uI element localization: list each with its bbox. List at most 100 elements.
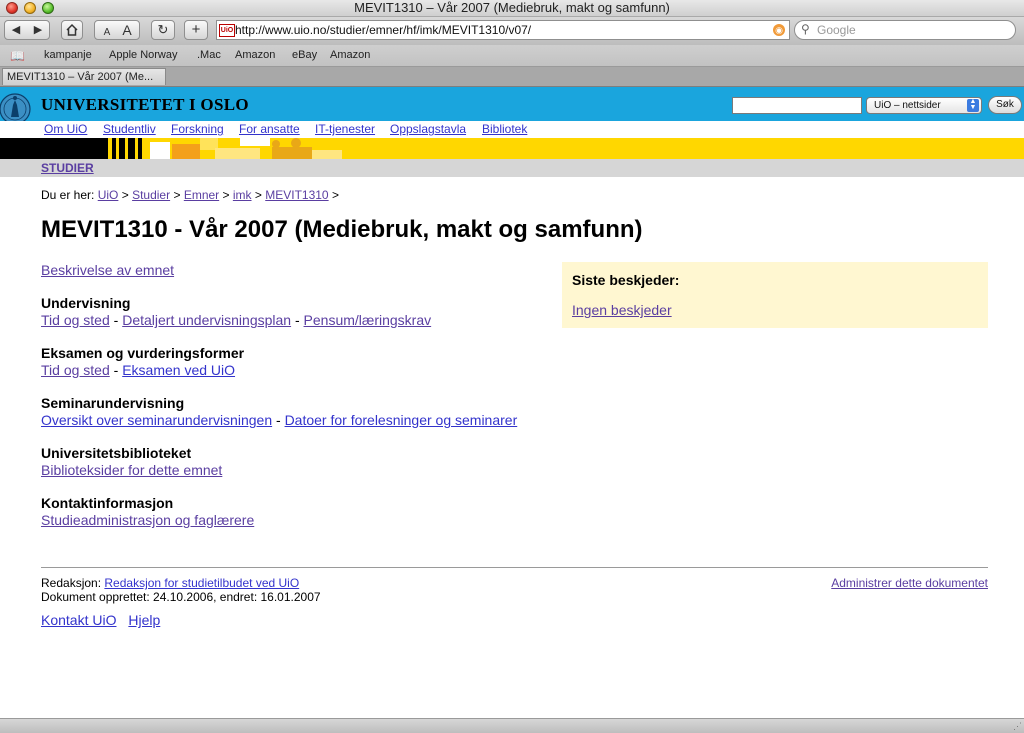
resize-grip-icon[interactable]: ⋰ <box>1013 721 1022 732</box>
link-pensum[interactable]: Pensum/læringskrav <box>304 312 432 328</box>
plus-icon: + <box>191 21 201 38</box>
footer-hjelp[interactable]: Hjelp <box>128 612 160 628</box>
section-eksamen: Eksamen og vurderingsformer Tid og sted … <box>41 345 244 379</box>
latest-messages-box: Siste beskjeder: Ingen beskjeder <box>562 262 988 328</box>
site-name[interactable]: UNIVERSITETET I OSLO <box>41 95 249 115</box>
text-bigger-button[interactable]: A <box>117 21 137 39</box>
rss-icon[interactable]: ◉ <box>773 24 785 36</box>
section-link-studier[interactable]: STUDIER <box>41 161 94 175</box>
breadcrumb-separator: > <box>222 188 230 202</box>
bookmarks-book-icon[interactable]: 📖 <box>10 49 25 63</box>
nav-bibliotek[interactable]: Bibliotek <box>482 122 527 136</box>
reload-button[interactable]: ↻ <box>151 20 175 40</box>
search-placeholder: Google <box>817 23 856 37</box>
footer-links: Kontakt UiO Hjelp <box>41 612 168 628</box>
breadcrumb-mevit1310[interactable]: MEVIT1310 <box>265 188 328 202</box>
window-titlebar: MEVIT1310 – Vår 2007 (Mediebruk, makt og… <box>0 0 1024 17</box>
tab-mevit1310[interactable]: MEVIT1310 – Vår 2007 (Me... <box>2 68 166 85</box>
search-icon: ⚲ <box>801 22 810 36</box>
nav-for-ansatte[interactable]: For ansatte <box>239 122 300 136</box>
link-oversikt-seminar[interactable]: Oversikt over seminarundervisningen <box>41 412 272 428</box>
url-text[interactable]: http://www.uio.no/studier/emner/hf/imk/M… <box>235 21 531 39</box>
nav-om-uio[interactable]: Om UiO <box>44 122 87 136</box>
breadcrumb: Du er her: UiO > Studier > Emner > imk >… <box>41 188 339 202</box>
back-arrow-icon[interactable]: ◀ <box>5 21 27 39</box>
link-separator: - <box>294 312 300 328</box>
admin-document-link[interactable]: Administrer dette dokumentet <box>831 576 988 590</box>
bookmark-kampanje[interactable]: kampanje <box>44 49 92 61</box>
back-forward-buttons: ◀ ▶ <box>4 20 50 40</box>
nav-forskning[interactable]: Forskning <box>171 122 224 136</box>
tab-bar: MEVIT1310 – Vår 2007 (Me... <box>0 67 1024 87</box>
browser-search-field[interactable]: ⚲ Google <box>794 20 1016 40</box>
link-datoer[interactable]: Datoer for forelesninger og seminarer <box>285 412 518 428</box>
messages-heading: Siste beskjeder: <box>572 272 680 288</box>
home-icon <box>66 23 78 36</box>
breadcrumb-prefix: Du er her: <box>41 188 95 202</box>
bookmark-amazon-2[interactable]: Amazon <box>330 49 370 61</box>
breadcrumb-emner[interactable]: Emner <box>184 188 219 202</box>
bookmark-amazon[interactable]: Amazon <box>235 49 275 61</box>
breadcrumb-uio[interactable]: UiO <box>98 188 119 202</box>
search-scope-value: UiO – nettsider <box>874 100 941 111</box>
address-bar[interactable]: UiO http://www.uio.no/studier/emner/hf/i… <box>216 20 790 40</box>
breadcrumb-separator: > <box>173 188 181 202</box>
window-title: MEVIT1310 – Vår 2007 (Mediebruk, makt og… <box>354 0 670 15</box>
redaksjon-link[interactable]: Redaksjon for studietilbudet ved UiO <box>104 576 299 590</box>
site-search-button[interactable]: Søk <box>988 96 1022 114</box>
select-arrows-icon: ▲ ▼ <box>967 98 979 112</box>
nav-studentliv[interactable]: Studentliv <box>103 122 156 136</box>
section-bibliotek: Universitetsbiblioteket Biblioteksider f… <box>41 445 222 479</box>
text-smaller-button[interactable]: A <box>97 24 117 42</box>
link-separator: - <box>113 362 119 378</box>
link-separator: - <box>113 312 119 328</box>
bookmark-ebay[interactable]: eBay <box>292 49 317 61</box>
nav-it-tjenester[interactable]: IT-tjenester <box>315 122 375 136</box>
footer-info: Redaksjon: Redaksjon for studietilbudet … <box>41 576 321 604</box>
footer-divider <box>41 567 988 568</box>
redaksjon-label: Redaksjon: <box>41 576 102 590</box>
description-block: Beskrivelse av emnet <box>41 262 174 279</box>
add-bookmark-button[interactable]: + <box>184 20 208 40</box>
breadcrumb-studier[interactable]: Studier <box>132 188 170 202</box>
nav-oppslagstavla[interactable]: Oppslagstavla <box>390 122 466 136</box>
link-eksamen-tid-og-sted[interactable]: Tid og sted <box>41 362 110 378</box>
section-kontakt: Kontaktinformasjon Studieadministrasjon … <box>41 495 254 529</box>
bookmarks-bar: 📖 kampanje Apple Norway .Mac Amazon eBay… <box>0 45 1024 67</box>
document-dates: Dokument opprettet: 24.10.2006, endret: … <box>41 590 321 604</box>
breadcrumb-imk[interactable]: imk <box>233 188 252 202</box>
link-eksamen-ved-uio[interactable]: Eksamen ved UiO <box>122 362 235 378</box>
description-link[interactable]: Beskrivelse av emnet <box>41 262 174 278</box>
home-button[interactable] <box>61 20 83 40</box>
link-studieadministrasjon[interactable]: Studieadministrasjon og faglærere <box>41 512 254 528</box>
messages-link[interactable]: Ingen beskjeder <box>572 302 672 318</box>
decorative-banner <box>0 138 1024 159</box>
status-bar: ⋰ <box>0 718 1024 733</box>
section-heading: Seminarundervisning <box>41 395 185 411</box>
link-separator: - <box>276 412 281 428</box>
breadcrumb-separator: > <box>121 188 129 202</box>
section-seminarundervisning: Seminarundervisning Oversikt over semina… <box>41 395 517 429</box>
section-heading: Universitetsbiblioteket <box>41 445 192 461</box>
bookmark-mac[interactable]: .Mac <box>197 49 221 61</box>
breadcrumb-separator: > <box>331 188 339 202</box>
bookmark-apple-norway[interactable]: Apple Norway <box>109 49 177 61</box>
link-detaljert-undervisningsplan[interactable]: Detaljert undervisningsplan <box>122 312 291 328</box>
section-heading: Eksamen og vurderingsformer <box>41 345 245 361</box>
section-heading: Kontaktinformasjon <box>41 495 174 511</box>
section-undervisning: Undervisning Tid og sted - Detaljert und… <box>41 295 431 329</box>
link-biblioteksider[interactable]: Biblioteksider for dette emnet <box>41 462 222 478</box>
site-search-input[interactable] <box>732 97 862 114</box>
text-size-buttons: AA <box>94 20 140 40</box>
section-heading: Undervisning <box>41 295 131 311</box>
footer-kontakt-uio[interactable]: Kontakt UiO <box>41 612 116 628</box>
breadcrumb-separator: > <box>254 188 262 202</box>
search-scope-select[interactable]: UiO – nettsider ▲ ▼ <box>866 97 982 114</box>
forward-arrow-icon[interactable]: ▶ <box>27 21 49 39</box>
section-bar: STUDIER <box>0 159 1024 177</box>
uio-favicon-icon: UiO <box>219 24 235 37</box>
reload-icon: ↻ <box>157 22 169 37</box>
link-tid-og-sted[interactable]: Tid og sted <box>41 312 110 328</box>
page-title: MEVIT1310 - Vår 2007 (Mediebruk, makt og… <box>41 216 643 243</box>
site-nav: Om UiO Studentliv Forskning For ansatte … <box>0 121 1024 138</box>
